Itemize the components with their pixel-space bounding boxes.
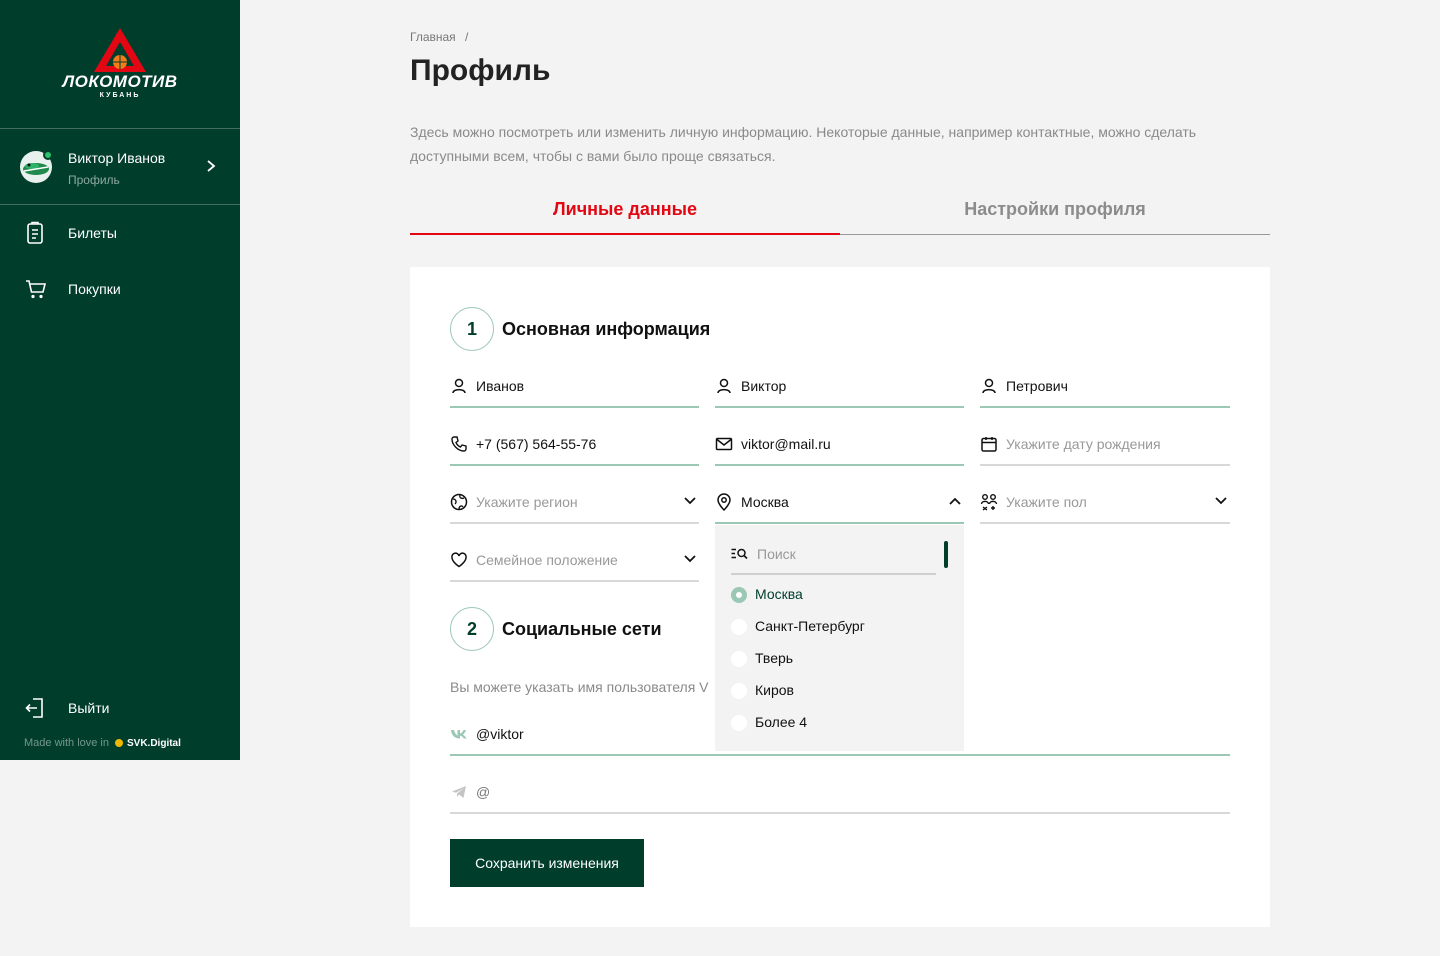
phone-value: +7 (567) 564-55-76 xyxy=(476,436,597,452)
ticket-icon xyxy=(27,221,43,244)
svk-dot-icon xyxy=(115,739,123,747)
first-name-value: Виктор xyxy=(741,378,787,394)
breadcrumb: Главная / xyxy=(410,30,468,44)
first-name-field[interactable]: Виктор xyxy=(715,366,964,408)
logout-icon xyxy=(25,698,43,718)
city-option-label: Тверь xyxy=(755,650,794,666)
middle-name-field[interactable]: Петрович xyxy=(980,366,1230,408)
vk-value: @viktor xyxy=(476,726,524,742)
social-hint: Вы можете указать имя пользователя V xyxy=(450,679,709,695)
marital-status-select[interactable]: Семейное положение xyxy=(450,540,699,582)
gender-icon xyxy=(980,494,998,511)
user-icon xyxy=(982,378,996,394)
page-description: Здесь можно посмотреть или изменить личн… xyxy=(410,124,1197,164)
sidebar-item-label: Покупки xyxy=(68,281,121,297)
radio xyxy=(731,651,747,667)
city-option-label: Санкт-Петербург xyxy=(755,618,865,634)
email-value: viktor@mail.ru xyxy=(741,436,831,452)
page-title: Профиль xyxy=(410,54,551,87)
middle-name-value: Петрович xyxy=(1006,378,1068,394)
telegram-value: @ xyxy=(476,784,491,800)
chevron-down-icon xyxy=(684,555,696,563)
chevron-right-icon xyxy=(207,160,216,172)
sidebar-item-label: Билеты xyxy=(68,225,117,241)
section-title-social: Социальные сети xyxy=(502,619,662,639)
chevron-up-icon xyxy=(949,497,961,505)
footer-credit: Made with love in SVK.Digital xyxy=(24,737,181,749)
logout-button[interactable]: Выйти xyxy=(0,688,240,728)
radio xyxy=(731,715,747,731)
user-icon xyxy=(452,378,466,394)
region-placeholder: Укажите регион xyxy=(476,494,578,510)
city-dropdown: Поиск Москва Санкт-Петербург Тверь Киров… xyxy=(715,525,964,751)
heart-icon xyxy=(451,552,467,568)
mail-icon xyxy=(715,437,733,451)
city-option-label: Москва xyxy=(755,586,803,602)
section-title-basic-info: Основная информация xyxy=(502,319,711,339)
chevron-down-icon xyxy=(684,497,696,505)
sidebar-item-tickets[interactable]: Билеты xyxy=(0,213,240,253)
marital-placeholder: Семейное положение xyxy=(476,552,618,568)
online-status-dot xyxy=(43,150,53,160)
svk-brand[interactable]: SVK.Digital xyxy=(127,738,181,749)
gender-placeholder: Укажите пол xyxy=(1006,494,1087,510)
search-list-icon xyxy=(731,548,748,560)
logo-emblem-icon xyxy=(94,28,146,72)
user-profile-link[interactable]: Виктор Иванов Профиль xyxy=(0,129,240,205)
birthday-placeholder: Укажите дату рождения xyxy=(1006,436,1161,452)
phone-field[interactable]: +7 (567) 564-55-76 xyxy=(450,424,699,466)
region-select[interactable]: Укажите регион xyxy=(450,482,699,524)
last-name-value: Иванов xyxy=(476,378,525,394)
sidebar: ЛОКОМОТИВ КУБАНЬ Виктор Иванов Профиль Б… xyxy=(0,0,240,760)
logo-text: ЛОКОМОТИВ xyxy=(62,72,178,91)
step-number-2: 2 xyxy=(450,607,494,651)
globe-icon xyxy=(450,493,468,511)
made-with-text: Made with love in xyxy=(24,737,109,749)
chevron-down-icon xyxy=(1215,497,1227,505)
gender-select[interactable]: Укажите пол xyxy=(980,482,1230,524)
radio xyxy=(731,683,747,699)
logout-label: Выйти xyxy=(68,700,110,716)
save-changes-button[interactable]: Сохранить изменения xyxy=(450,839,644,887)
user-name: Виктор Иванов xyxy=(68,150,166,166)
birthday-field[interactable]: Укажите дату рождения xyxy=(980,424,1230,466)
user-subtitle: Профиль xyxy=(68,173,120,187)
profile-tabs: Личные данные Настройки профиля xyxy=(410,190,1270,235)
tab-profile-settings[interactable]: Настройки профиля xyxy=(840,190,1270,235)
city-search-placeholder: Поиск xyxy=(757,546,796,562)
city-select[interactable]: Москва xyxy=(715,482,964,524)
cart-icon xyxy=(26,280,47,299)
dropdown-scrollbar[interactable] xyxy=(944,541,948,568)
city-option-label: Более 4 xyxy=(755,714,808,730)
telegram-field[interactable]: @ xyxy=(450,772,1230,814)
phone-icon xyxy=(451,436,467,452)
radio-selected xyxy=(731,587,747,603)
tab-personal-data[interactable]: Личные данные xyxy=(410,190,840,235)
logo-subtext: КУБАНЬ xyxy=(99,92,141,99)
user-icon xyxy=(717,378,731,394)
sidebar-item-purchases[interactable]: Покупки xyxy=(0,269,240,309)
email-field[interactable]: viktor@mail.ru xyxy=(715,424,964,466)
radio xyxy=(731,619,747,635)
last-name-field[interactable]: Иванов xyxy=(450,366,699,408)
city-option-label: Киров xyxy=(755,682,794,698)
telegram-icon xyxy=(452,786,466,798)
step-number-1: 1 xyxy=(450,307,494,351)
breadcrumb-home[interactable]: Главная xyxy=(410,30,456,44)
city-search-input[interactable]: Поиск xyxy=(731,539,936,575)
location-pin-icon xyxy=(717,493,731,511)
breadcrumb-separator: / xyxy=(465,30,469,44)
vk-icon xyxy=(451,730,467,739)
club-logo[interactable]: ЛОКОМОТИВ КУБАНЬ xyxy=(0,0,240,129)
calendar-icon xyxy=(981,437,997,452)
city-value: Москва xyxy=(741,494,789,510)
